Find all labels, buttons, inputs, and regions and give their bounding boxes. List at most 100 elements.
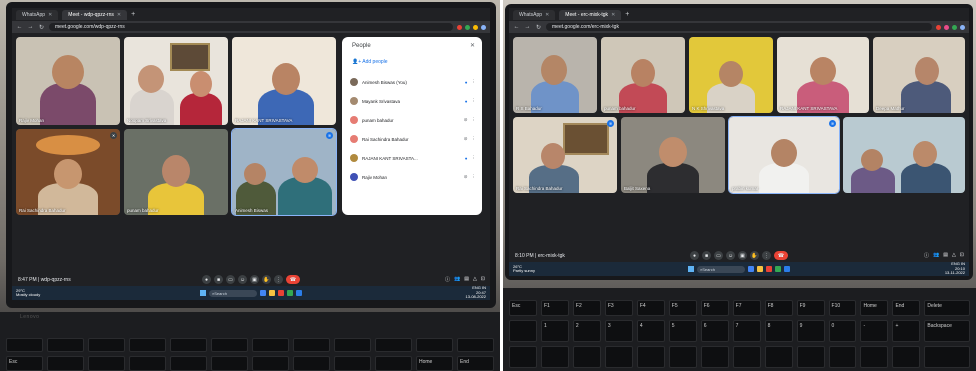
participant-tile[interactable]: Deepa Mathur	[873, 37, 965, 113]
more-options-icon[interactable]: ⋮	[472, 136, 477, 142]
participant-tile[interactable]: RAJANI KANT SRIVASTAVA	[777, 37, 869, 113]
people-icon[interactable]: 👥	[454, 276, 460, 283]
extension-icon[interactable]	[944, 24, 949, 30]
taskbar-clock[interactable]: ENG IN 20:47 13-08-2022	[466, 286, 486, 300]
raise-hand-icon[interactable]: ✋	[750, 251, 759, 260]
left-url-field[interactable]: meet.google.com/wdp-qpzz-rns	[49, 23, 453, 31]
end-call-button[interactable]: ☎	[286, 275, 300, 284]
participant-tile[interactable]: punam bahadur	[601, 37, 685, 113]
more-options-icon[interactable]: ⋮	[472, 98, 477, 104]
raise-hand-icon[interactable]: ✋	[262, 275, 271, 284]
taskbar-app-icon[interactable]	[269, 290, 275, 296]
reload-icon[interactable]: ↻	[38, 24, 45, 31]
more-options-icon[interactable]: ⋮	[472, 117, 477, 123]
more-options-icon[interactable]: ⋮	[274, 275, 283, 284]
profile-icon[interactable]	[960, 24, 965, 30]
taskbar-app-icon[interactable]	[748, 266, 754, 272]
windows-start-icon[interactable]	[200, 290, 206, 296]
participant-tile[interactable]: Rajiv Mohan	[16, 37, 120, 125]
captions-icon[interactable]: ▭	[714, 251, 723, 260]
mic-icon[interactable]: ●	[690, 251, 699, 260]
chat-icon[interactable]: ▤	[464, 276, 469, 283]
participant-tile[interactable]: N K Shrivastava	[689, 37, 773, 113]
windows-start-icon[interactable]	[688, 266, 694, 272]
lock-icon[interactable]: ⊡	[960, 252, 964, 259]
forward-icon[interactable]: →	[27, 24, 34, 30]
add-people-button[interactable]: 👤+ Add people	[352, 59, 388, 65]
emoji-icon[interactable]: ☺	[238, 275, 247, 284]
info-icon[interactable]: ⓘ	[445, 276, 450, 283]
activities-icon[interactable]: △	[952, 252, 956, 259]
camera-icon[interactable]: ■	[214, 275, 223, 284]
new-tab-icon[interactable]: +	[131, 11, 135, 18]
forward-icon[interactable]: →	[524, 24, 531, 30]
more-options-icon[interactable]: ⋮	[472, 174, 477, 180]
participant-tile[interactable]: Noopam Srivastava	[124, 37, 228, 125]
more-options-icon[interactable]: ⋮	[472, 79, 477, 85]
mic-icon[interactable]: ●	[465, 80, 468, 85]
new-tab-icon[interactable]: +	[625, 11, 629, 18]
right-tab-meet[interactable]: Meet - erc-mixk-tgk ✕	[559, 9, 622, 20]
present-icon[interactable]: ▣	[250, 275, 259, 284]
mic-icon[interactable]: ●	[465, 99, 468, 104]
taskbar-app-icon[interactable]	[287, 290, 293, 296]
participant-tile[interactable]: RAJANI KANT SRIVASTAVA	[232, 37, 336, 125]
people-list-item[interactable]: punam bahadur ⊘ ⋮	[350, 113, 476, 127]
lock-icon[interactable]: ⊡	[481, 276, 485, 283]
close-icon[interactable]: ✕	[470, 42, 475, 49]
people-list-item[interactable]: Animesh Biswas (You) ● ⋮	[350, 75, 476, 89]
participant-tile[interactable]: punam bahadur	[124, 129, 228, 215]
present-icon[interactable]: ▣	[738, 251, 747, 260]
more-options-icon[interactable]: ⋮	[472, 155, 477, 161]
close-icon[interactable]: ✕	[48, 12, 52, 18]
taskbar-app-icon[interactable]	[766, 266, 772, 272]
taskbar-search[interactable]: ⌕ Search	[209, 289, 257, 297]
taskbar-app-icon[interactable]	[296, 290, 302, 296]
participant-tile[interactable]: Animesh Biswas ≋	[231, 128, 337, 216]
weather-widget[interactable]: 26°C Partly sunny	[513, 265, 535, 273]
close-icon[interactable]: ✕	[545, 12, 549, 18]
activities-icon[interactable]: △	[473, 276, 477, 283]
people-list-item[interactable]: Rajiv Mohan ⊘ ⋮	[350, 170, 476, 184]
extension-icon[interactable]	[457, 24, 462, 30]
mic-icon[interactable]: ●	[465, 156, 468, 161]
taskbar-app-icon[interactable]	[784, 266, 790, 272]
back-icon[interactable]: ←	[16, 24, 23, 30]
participant-tile[interactable]: Rai Sachindra Bahadur ✕	[16, 129, 120, 215]
people-icon[interactable]: 👥	[933, 252, 939, 259]
participant-tile[interactable]: Rai Sachindra Bahadur ≋	[513, 117, 617, 193]
taskbar-search[interactable]: ⌕ Search	[697, 265, 745, 273]
taskbar-app-icon[interactable]	[278, 290, 284, 296]
profile-icon[interactable]	[481, 24, 486, 30]
close-icon[interactable]: ✕	[611, 12, 615, 18]
extension-icon[interactable]	[465, 24, 470, 30]
close-icon[interactable]: ✕	[117, 12, 121, 18]
extension-icon[interactable]	[952, 24, 957, 30]
right-url-field[interactable]: meet.google.com/erc-mixk-tgk	[546, 23, 932, 31]
reload-icon[interactable]: ↻	[535, 24, 542, 31]
extension-icon[interactable]	[473, 24, 478, 30]
mic-off-icon[interactable]: ⊘	[464, 117, 468, 123]
captions-icon[interactable]: ▭	[226, 275, 235, 284]
camera-icon[interactable]: ■	[702, 251, 711, 260]
people-list-item[interactable]: RAJANI KANT SRIVASTA... ● ⋮	[350, 151, 476, 165]
participant-tile[interactable]: R S Bahadur	[513, 37, 597, 113]
taskbar-app-icon[interactable]	[775, 266, 781, 272]
emoji-icon[interactable]: ☺	[726, 251, 735, 260]
participant-tile[interactable]: Baljit Saxena	[621, 117, 725, 193]
back-icon[interactable]: ←	[513, 24, 520, 30]
left-tab-whatsapp[interactable]: WhatsApp ✕	[16, 9, 59, 20]
info-icon[interactable]: ⓘ	[924, 252, 929, 259]
taskbar-app-icon[interactable]	[757, 266, 763, 272]
taskbar-clock[interactable]: ENG IN 20:10 13-11-2022	[945, 262, 965, 276]
chat-icon[interactable]: ▤	[943, 252, 948, 259]
people-list-item[interactable]: Mayank Srivastava ● ⋮	[350, 94, 476, 108]
mic-icon[interactable]: ●	[202, 275, 211, 284]
weather-widget[interactable]: 29°C Mostly cloudy	[16, 289, 40, 297]
people-list-item[interactable]: Rai Sachindra Bahadur ⊘ ⋮	[350, 132, 476, 146]
left-tab-meet[interactable]: Meet - wdp-qpzz-rns ✕	[62, 9, 128, 20]
participant-tile[interactable]: prabin kumar ≋	[728, 116, 840, 194]
end-call-button[interactable]: ☎	[774, 251, 788, 260]
right-tab-whatsapp[interactable]: WhatsApp ✕	[513, 9, 556, 20]
mic-off-icon[interactable]: ⊘	[464, 136, 468, 142]
